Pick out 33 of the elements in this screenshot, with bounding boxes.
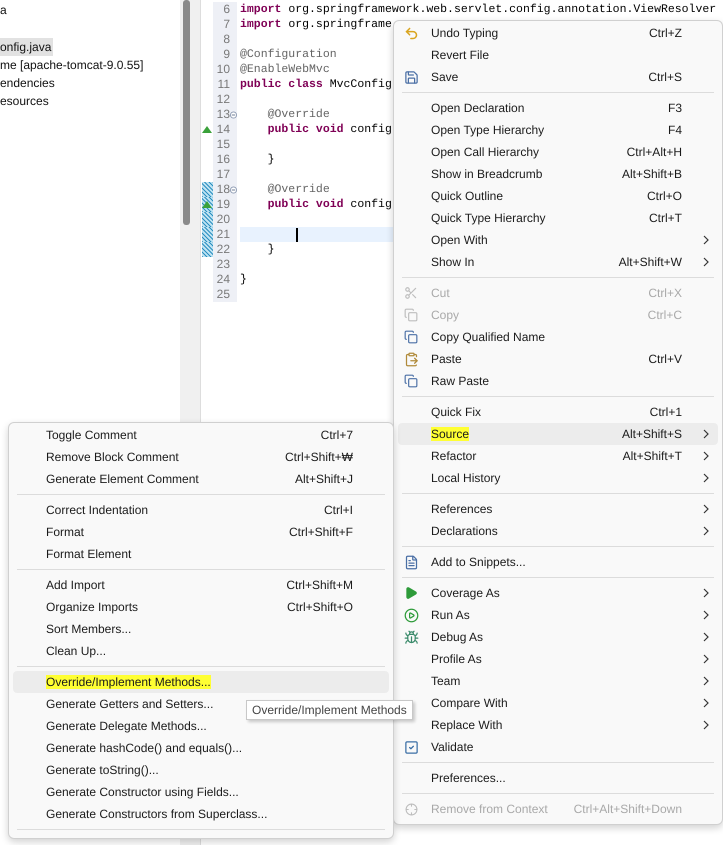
line-number: 6 [222,2,230,17]
code-line: import org.springframework.web.servlet.config.annotation.ViewResolver [240,2,716,17]
line-number: 15 [216,137,230,152]
code-line: @Configuration [240,47,337,62]
line-number: 8 [222,32,230,47]
line-number: 11 [216,77,230,92]
code-line: } [266,152,275,167]
code-line: } [240,272,247,287]
line-number: 22 [216,242,230,257]
line-number: 19 [216,197,230,212]
line-number: 18 [216,182,230,197]
line-number: 24 [216,272,230,287]
code-line: public void config [266,197,392,212]
line-number: 21 [216,227,230,242]
code-line: @EnableWebMvc [240,62,330,77]
line-number: 25 [216,287,230,302]
line-number: 23 [216,257,230,272]
tooltip: Override/Implement Methods [246,700,413,720]
line-number: 12 [216,92,230,107]
code-line: public void config [266,122,392,137]
line-number: 14 [216,122,230,137]
code-line: public class MvcConfig [240,77,392,92]
code-line: } [266,242,275,257]
line-number: 7 [222,17,230,32]
line-number: 10 [216,62,230,77]
line-number: 16 [216,152,230,167]
line-number: 20 [216,212,230,227]
code-line: @Override [266,107,330,122]
line-number: 9 [222,47,230,62]
line-number: 13 [216,107,230,122]
line-number: 17 [216,167,230,182]
code-line: import org.springframe [240,17,392,32]
code-line: @Override [266,182,330,197]
